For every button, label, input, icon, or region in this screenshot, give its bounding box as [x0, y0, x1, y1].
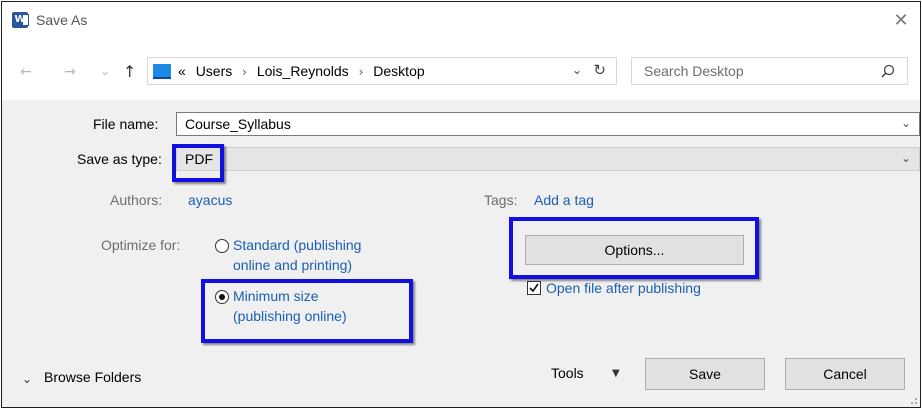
breadcrumb-users[interactable]: Users: [196, 63, 233, 79]
word-app-icon: W: [12, 12, 29, 28]
address-dropdown-icon[interactable]: ⌄: [572, 63, 582, 77]
breadcrumb-desktop[interactable]: Desktop: [373, 63, 424, 79]
chevron-down-icon[interactable]: ⌄: [901, 116, 911, 130]
tools-dropdown-icon[interactable]: ▼: [612, 368, 620, 379]
resize-grip-icon[interactable]: [908, 395, 918, 405]
window-title: Save As: [36, 12, 88, 28]
minimum-size-highlight-box: [201, 279, 413, 343]
breadcrumb-lois-reynolds[interactable]: Lois_Reynolds: [257, 63, 349, 79]
search-icon[interactable]: [881, 64, 895, 78]
open-after-publishing-checkbox[interactable]: [527, 281, 541, 295]
search-input[interactable]: Search Desktop: [644, 63, 744, 79]
standard-option-line1: Standard (publishing: [233, 237, 362, 253]
breadcrumb: « Users › Lois_Reynolds › Desktop: [178, 63, 431, 79]
refresh-icon[interactable]: ↻: [593, 61, 606, 79]
recent-locations-icon[interactable]: ⌄: [100, 64, 110, 78]
optimize-for-label: Optimize for:: [101, 237, 181, 253]
tools-button[interactable]: Tools: [551, 365, 584, 381]
open-after-publishing-label[interactable]: Open file after publishing: [546, 280, 701, 296]
browse-folders-button[interactable]: Browse Folders: [44, 369, 141, 385]
close-button[interactable]: ✕: [888, 8, 914, 34]
save-as-type-label: Save as type:: [77, 151, 162, 167]
authors-value[interactable]: ayacus: [188, 192, 232, 208]
tags-label: Tags:: [484, 192, 518, 208]
save-as-dialog: W Save As ✕ ← → ⌄ ↑ « Users › Lois_Reyno…: [1, 1, 921, 408]
file-name-label: File name:: [93, 116, 159, 132]
cancel-button[interactable]: Cancel: [785, 358, 905, 390]
save-button[interactable]: Save: [645, 358, 765, 390]
save-as-type-select[interactable]: PDF ⌄: [176, 147, 920, 171]
options-highlight-box: [509, 217, 759, 279]
address-bar[interactable]: « Users › Lois_Reynolds › Desktop ⌄ ↻: [147, 57, 617, 85]
standard-radio[interactable]: [215, 239, 229, 253]
authors-label: Authors:: [110, 192, 163, 208]
breadcrumb-overflow[interactable]: «: [178, 63, 186, 79]
back-arrow-icon[interactable]: ←: [20, 64, 32, 80]
navigation-bar: ← → ⌄ ↑ « Users › Lois_Reynolds › Deskto…: [2, 40, 920, 100]
file-name-field[interactable]: Course_Syllabus ⌄: [176, 112, 920, 136]
pdf-highlight-box: [172, 144, 224, 182]
add-tag-link[interactable]: Add a tag: [534, 192, 594, 208]
chevron-down-icon[interactable]: ⌄: [22, 372, 32, 386]
chevron-right-icon[interactable]: ›: [359, 65, 364, 79]
standard-option-text[interactable]: Standard (publishing online and printing…: [233, 235, 361, 275]
file-name-value[interactable]: Course_Syllabus: [185, 116, 291, 132]
checkmark-icon: [529, 283, 539, 293]
title-bar: W Save As ✕: [2, 2, 920, 40]
search-box[interactable]: Search Desktop: [631, 57, 908, 85]
computer-icon: [153, 64, 171, 79]
chevron-down-icon[interactable]: ⌄: [901, 151, 911, 165]
up-arrow-icon[interactable]: ↑: [123, 62, 136, 81]
standard-option-line2: online and printing): [233, 257, 353, 273]
forward-arrow-icon[interactable]: →: [64, 64, 76, 80]
chevron-right-icon[interactable]: ›: [242, 65, 247, 79]
